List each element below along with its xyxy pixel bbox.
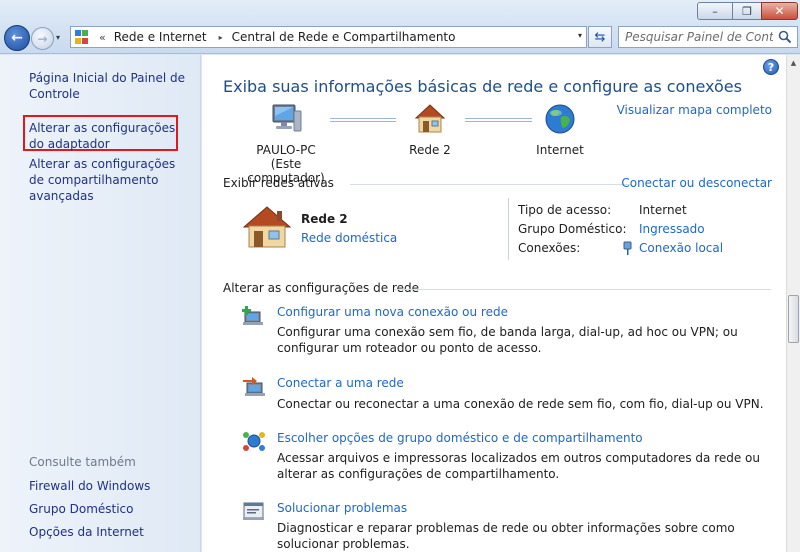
forward-arrow-icon: → xyxy=(37,31,48,46)
internet-label: Internet xyxy=(536,143,584,157)
homegroup-link[interactable]: Ingressado xyxy=(639,222,705,236)
connect-to-network-link[interactable]: Conectar a uma rede xyxy=(277,376,404,390)
new-connection-icon xyxy=(242,306,263,325)
vertical-scrollbar[interactable]: ▲ xyxy=(786,55,800,552)
setup-new-connection-description: Configurar uma conexão sem fio, de banda… xyxy=(277,325,738,355)
sidebar-link-firewall[interactable]: Firewall do Windows xyxy=(29,478,194,494)
active-network-name: Rede 2 xyxy=(301,212,348,226)
map-node-internet[interactable]: Internet xyxy=(524,102,596,157)
home-network-icon[interactable] xyxy=(242,205,292,249)
left-task-pane: Página Inicial do Painel de Controle Alt… xyxy=(0,55,201,552)
network-settings-heading: Alterar as configurações de rede xyxy=(223,281,419,295)
computer-icon xyxy=(272,104,302,132)
address-dropdown-icon[interactable]: ▾ xyxy=(578,31,582,40)
access-type-label: Tipo de acesso: xyxy=(518,203,612,217)
close-button[interactable]: ✕ xyxy=(761,2,798,20)
view-full-map-link[interactable]: Visualizar mapa completo xyxy=(617,103,772,117)
map-node-network[interactable]: Rede 2 xyxy=(400,102,460,157)
see-also-heading: Consulte também xyxy=(29,455,136,469)
access-type-value: Internet xyxy=(639,203,687,217)
homegroup-icon xyxy=(243,432,265,451)
homegroup-sharing-options-description: Acessar arquivos e impressoras localizad… xyxy=(277,451,760,481)
connect-network-icon xyxy=(243,377,265,396)
refresh-icon: ⇆ xyxy=(594,29,606,45)
map-link-line xyxy=(465,118,532,122)
vertical-divider xyxy=(508,198,509,260)
main-content: ? Exiba suas informações básicas de rede… xyxy=(202,55,786,552)
scroll-up-icon[interactable]: ▲ xyxy=(787,55,800,71)
control-panel-icon xyxy=(75,30,93,44)
network-type-link[interactable]: Rede doméstica xyxy=(301,231,397,245)
troubleshoot-icon xyxy=(243,502,264,520)
breadcrumb-overflow-icon[interactable]: « xyxy=(99,31,106,44)
search-input[interactable] xyxy=(625,30,773,44)
ethernet-connection-icon xyxy=(623,241,632,255)
section-divider xyxy=(394,289,771,290)
minimize-button[interactable]: – xyxy=(697,2,733,20)
active-networks-heading: Exibir redes ativas xyxy=(223,176,334,190)
sidebar-link-adapter-settings[interactable]: Alterar as configurações do adaptador xyxy=(29,120,194,152)
minimize-icon: – xyxy=(712,4,718,18)
troubleshoot-link[interactable]: Solucionar problemas xyxy=(277,501,407,515)
local-connection-link[interactable]: Conexão local xyxy=(639,241,723,255)
sidebar-link-advanced-sharing[interactable]: Alterar as configurações de compartilham… xyxy=(29,156,194,204)
network-node-name: Rede 2 xyxy=(409,143,451,157)
section-divider xyxy=(350,184,631,185)
close-icon: ✕ xyxy=(774,4,785,18)
help-icon[interactable]: ? xyxy=(763,59,779,75)
back-arrow-icon: ← xyxy=(11,30,23,46)
window-chrome: – ❐ ✕ ← → ▾ « Rede e Internet ▸ Central … xyxy=(0,0,800,54)
map-node-computer[interactable]: PAULO-PC (Este computador) xyxy=(238,102,334,185)
scroll-thumb[interactable] xyxy=(788,295,799,343)
search-box[interactable] xyxy=(618,26,798,48)
refresh-button[interactable]: ⇆ xyxy=(588,26,612,48)
restore-icon: ❐ xyxy=(742,4,752,18)
sidebar-link-homegroup[interactable]: Grupo Doméstico xyxy=(29,501,194,517)
connect-to-network-description: Conectar ou reconectar a uma conexão de … xyxy=(277,397,764,411)
breadcrumb-central-rede[interactable]: Central de Rede e Compartilhamento xyxy=(232,30,456,44)
breadcrumb-separator-icon[interactable]: ▸ xyxy=(219,33,223,42)
forward-button[interactable]: → xyxy=(31,27,54,50)
homegroup-sharing-options-link[interactable]: Escolher opções de grupo doméstico e de … xyxy=(277,431,643,445)
breadcrumb-rede-internet[interactable]: Rede e Internet xyxy=(114,30,207,44)
computer-name: PAULO-PC xyxy=(256,143,316,157)
setup-new-connection-link[interactable]: Configurar uma nova conexão ou rede xyxy=(277,305,508,319)
page-title: Exiba suas informações básicas de rede e… xyxy=(223,77,742,96)
recent-pages-dropdown[interactable]: ▾ xyxy=(56,33,66,43)
sidebar-link-control-panel-home[interactable]: Página Inicial do Painel de Controle xyxy=(29,70,194,102)
sidebar-link-internet-options[interactable]: Opções da Internet xyxy=(29,524,194,540)
maximize-button[interactable]: ❐ xyxy=(732,2,762,20)
home-network-icon xyxy=(414,104,446,133)
connections-label: Conexões: xyxy=(518,241,581,255)
search-icon[interactable] xyxy=(778,30,792,44)
map-link-line xyxy=(330,118,396,122)
back-button[interactable]: ← xyxy=(4,25,30,51)
homegroup-label: Grupo Doméstico: xyxy=(518,222,627,236)
troubleshoot-description: Diagnosticar e reparar problemas de rede… xyxy=(277,521,735,551)
globe-icon xyxy=(545,104,575,134)
address-bar[interactable]: « Rede e Internet ▸ Central de Rede e Co… xyxy=(70,26,587,48)
connect-disconnect-link[interactable]: Conectar ou desconectar xyxy=(621,176,772,190)
